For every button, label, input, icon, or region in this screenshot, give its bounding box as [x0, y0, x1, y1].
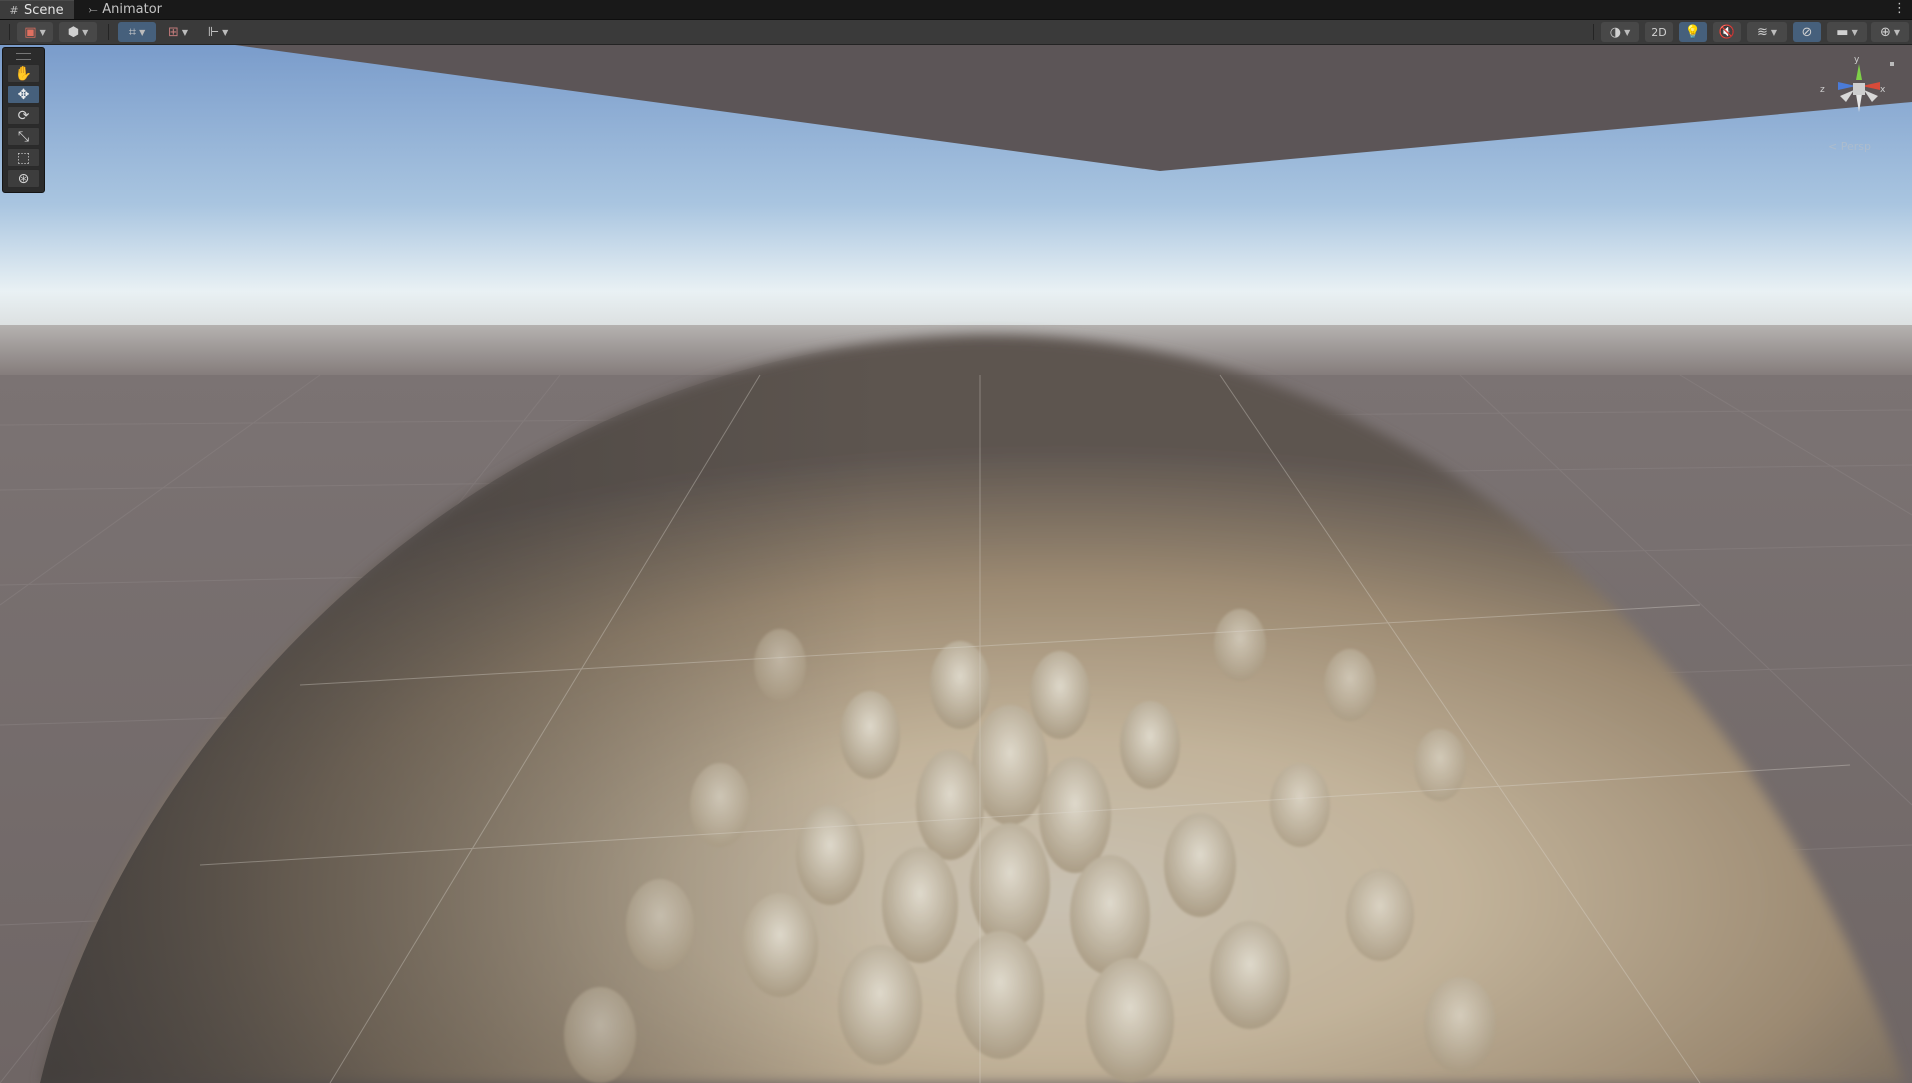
render-mode-icon: ◑	[1609, 24, 1622, 40]
animator-icon: ⤚	[88, 2, 98, 16]
ruler-dropdown[interactable]: ⊩ ▼	[200, 22, 236, 42]
scale-tool-button[interactable]: ⤡	[7, 127, 40, 146]
2d-toggle[interactable]: 2D	[1645, 22, 1673, 42]
lighting-icon: 💡	[1684, 24, 1702, 40]
hidden-objects-toggle[interactable]: ⊘	[1793, 22, 1821, 42]
scene-tools-overlay: ✋ ✥ ⟳ ⤡ ⬚ ⊛	[2, 47, 45, 193]
transform-tool-button[interactable]: ⊛	[7, 169, 40, 188]
tab-animator-label: Animator	[102, 2, 162, 17]
camera-dropdown[interactable]: ▬ ▼	[1827, 22, 1867, 42]
draw-mode-dropdown[interactable]: ▣ ▼	[17, 22, 53, 42]
toolbar-divider	[1593, 24, 1594, 40]
transform-icon: ⊛	[17, 170, 30, 187]
scene-toolbar: ▣ ▼ ⬢ ▼ ⌗ ▼ ⊞ ▼ ⊩ ▼ ◑ ▼ 2D 💡 🔇 ≋ ▼ ⊘ ▬ ▼ ⊕ ▼	[0, 20, 1912, 45]
rect-icon: ⬚	[16, 149, 31, 166]
lighting-toggle[interactable]: 💡	[1679, 22, 1707, 42]
camera-icon: ▬	[1836, 24, 1849, 40]
persp-text: Persp	[1840, 140, 1871, 153]
increment-snap-dropdown[interactable]: ⊞ ▼	[160, 22, 196, 42]
orientation-gizmo[interactable]: y x z	[1820, 52, 1910, 152]
hidden-objects-icon: ⊘	[1801, 24, 1813, 40]
gizmo-neg-x-axis[interactable]	[1864, 90, 1878, 102]
grid-icon: #	[9, 3, 19, 17]
more-options-icon[interactable]: ⋮	[1893, 1, 1906, 16]
shading-cube-icon: ⬢	[67, 24, 80, 40]
projection-label[interactable]: < Persp	[1828, 140, 1871, 153]
tab-strip: # Scene ⤚ Animator ⋮	[0, 0, 1912, 20]
effects-icon: ≋	[1756, 24, 1768, 40]
gizmo-neg-y-axis[interactable]	[1856, 94, 1862, 112]
effects-dropdown[interactable]: ≋ ▼	[1747, 22, 1787, 42]
rect-tool-button[interactable]: ⬚	[7, 148, 40, 167]
ruler-icon: ⊩	[207, 24, 220, 40]
grid-snap-icon: ⌗	[128, 24, 137, 40]
audio-icon: 🔇	[1718, 24, 1736, 40]
rotate-icon: ⟳	[17, 107, 30, 124]
gizmo-z-label: z	[1820, 85, 1825, 95]
gizmo-neg-z-axis[interactable]	[1840, 90, 1854, 102]
rotate-tool-button[interactable]: ⟳	[7, 106, 40, 125]
scene-viewport[interactable]: ✋ ✥ ⟳ ⤡ ⬚ ⊛	[0, 45, 1912, 1083]
hand-icon: ✋	[14, 65, 33, 82]
2d-toggle-label: 2D	[1651, 25, 1667, 39]
gizmo-y-label: y	[1854, 55, 1860, 65]
tab-scene-label: Scene	[24, 2, 64, 18]
audio-toggle[interactable]: 🔇	[1713, 22, 1741, 42]
overlay-drag-handle[interactable]	[16, 53, 31, 60]
draw-mode-icon: ▣	[24, 24, 37, 40]
gizmo-x-label: x	[1880, 85, 1886, 95]
scene-render	[0, 45, 1912, 1083]
gizmo-center-cube[interactable]	[1853, 83, 1865, 95]
toolbar-divider	[108, 24, 109, 40]
increment-snap-icon: ⊞	[167, 24, 179, 40]
gizmos-icon: ⊕	[1879, 24, 1891, 40]
tab-scene[interactable]: # Scene	[0, 0, 74, 19]
tab-animator[interactable]: ⤚ Animator	[80, 0, 170, 19]
move-tool-button[interactable]: ✥	[7, 85, 40, 104]
grid-snap-toggle[interactable]: ⌗ ▼	[118, 22, 156, 42]
hand-tool-button[interactable]: ✋	[7, 64, 40, 83]
persp-icon: <	[1828, 140, 1838, 153]
scale-icon: ⤡	[17, 128, 30, 145]
shading-dropdown[interactable]: ⬢ ▼	[59, 22, 97, 42]
move-icon: ✥	[17, 86, 30, 103]
toolbar-divider	[9, 24, 10, 40]
gizmos-dropdown[interactable]: ⊕ ▼	[1871, 22, 1909, 42]
gizmo-lock-icon[interactable]	[1890, 62, 1894, 66]
gizmo-y-axis[interactable]	[1856, 64, 1862, 80]
render-mode-dropdown[interactable]: ◑ ▼	[1601, 22, 1639, 42]
